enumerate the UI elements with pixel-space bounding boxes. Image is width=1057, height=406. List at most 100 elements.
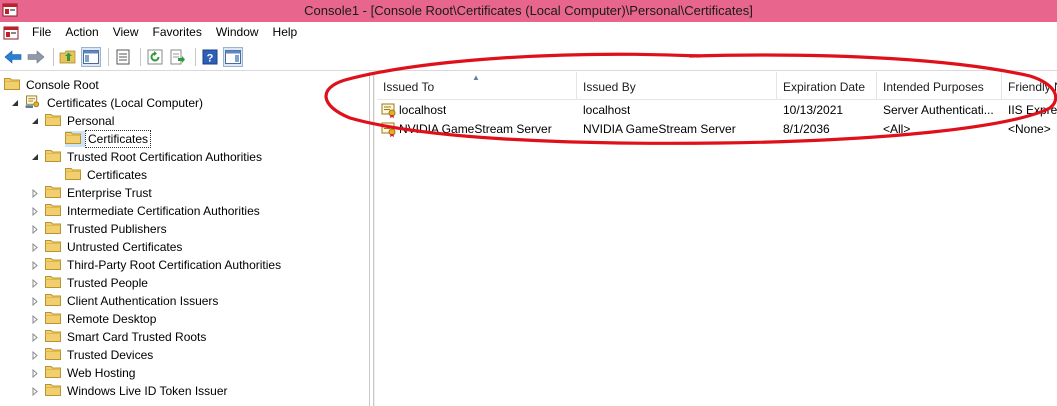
tree-collapsed-arrow-icon[interactable] <box>30 332 40 342</box>
forward-arrow-icon <box>27 49 45 64</box>
tree-item[interactable]: Web Hosting <box>30 364 137 382</box>
tree-collapsed-arrow-icon[interactable] <box>30 224 40 234</box>
tree-collapsed-arrow-icon[interactable] <box>30 350 40 360</box>
folder-icon <box>4 77 24 93</box>
tree-item-label: Trusted Devices <box>67 348 154 362</box>
tree-item[interactable]: Certificates <box>50 166 149 184</box>
tree-expanded-arrow-icon[interactable] <box>30 116 40 126</box>
tree-item[interactable]: Trusted Root Certification Authorities <box>30 148 264 166</box>
column-friendly-name[interactable]: Friendly N <box>1002 72 1057 100</box>
tree-item[interactable]: Remote Desktop <box>30 310 158 328</box>
tree-item-label: Trusted People <box>67 276 148 290</box>
column-issued-to[interactable]: Issued To ▲ <box>377 72 577 100</box>
tree-no-expander <box>50 134 60 144</box>
up-one-level-button[interactable] <box>58 47 78 67</box>
show-hide-console-tree-button[interactable] <box>81 46 101 67</box>
back-arrow-icon <box>4 49 22 64</box>
column-label: Friendly N <box>1008 80 1057 94</box>
tree-item[interactable]: Certificates (Local Computer) <box>10 94 205 112</box>
column-label: Expiration Date <box>783 80 866 94</box>
tree-item-label: Windows Live ID Token Issuer <box>67 384 228 398</box>
cell-friendly-name: IIS Express <box>1008 103 1057 117</box>
cell-issued-by: localhost <box>583 103 631 117</box>
menu-file[interactable]: File <box>25 22 58 43</box>
folder-icon <box>45 347 65 363</box>
tree-item-label: Third-Party Root Certification Authoriti… <box>67 258 282 272</box>
tree-item-label: Certificates (Local Computer) <box>47 96 204 110</box>
tree-item-label: Personal <box>67 114 115 128</box>
tree-collapsed-arrow-icon[interactable] <box>30 242 40 252</box>
export-list-button[interactable] <box>168 47 188 67</box>
tree-no-expander <box>50 170 60 180</box>
folder-icon <box>45 239 65 255</box>
folder-icon <box>45 293 65 309</box>
tree-item[interactable]: Smart Card Trusted Roots <box>30 328 208 346</box>
tree-expanded-arrow-icon[interactable] <box>10 98 20 108</box>
folder-icon <box>45 149 65 165</box>
menu-window[interactable]: Window <box>209 22 266 43</box>
toolbar-separator <box>53 47 54 66</box>
folder-icon <box>45 221 65 237</box>
toolbar: ? <box>0 43 1057 71</box>
tree-item-label: Remote Desktop <box>67 312 157 326</box>
tree-item[interactable]: Windows Live ID Token Issuer <box>30 382 230 400</box>
tree-collapsed-arrow-icon[interactable] <box>30 206 40 216</box>
tree-item[interactable]: Trusted Devices <box>30 346 155 364</box>
pane-splitter[interactable] <box>373 72 375 406</box>
tree-item[interactable]: Personal <box>30 112 116 130</box>
tree-item[interactable]: Trusted Publishers <box>30 220 169 238</box>
help-icon: ? <box>202 49 218 64</box>
console-tree[interactable]: Console Root Certificates (Local Computer… <box>0 72 370 406</box>
tree-collapsed-arrow-icon[interactable] <box>30 386 40 396</box>
menu-action[interactable]: Action <box>58 22 105 43</box>
back-button[interactable] <box>3 47 23 67</box>
column-intended-purposes[interactable]: Intended Purposes <box>877 72 1002 100</box>
certificates-snapin-icon <box>25 95 45 111</box>
forward-button[interactable] <box>26 47 46 67</box>
properties-button[interactable] <box>113 47 133 67</box>
tree-expanded-arrow-icon[interactable] <box>30 152 40 162</box>
tree-item[interactable]: Intermediate Certification Authorities <box>30 202 262 220</box>
tree-item[interactable]: Untrusted Certificates <box>30 238 184 256</box>
toolbar-separator <box>195 47 196 66</box>
svg-text:?: ? <box>207 52 214 64</box>
tree-item[interactable]: Certificates <box>50 130 152 148</box>
table-row[interactable]: localhost localhost 10/13/2021 Server Au… <box>377 100 1057 119</box>
tree-collapsed-arrow-icon[interactable] <box>30 314 40 324</box>
tree-collapsed-arrow-icon[interactable] <box>30 278 40 288</box>
tree-item[interactable]: Third-Party Root Certification Authoriti… <box>30 256 283 274</box>
list-header: Issued To ▲ Issued By Expiration Date In… <box>377 72 1057 100</box>
column-issued-by[interactable]: Issued By <box>577 72 777 100</box>
menu-help[interactable]: Help <box>266 22 305 43</box>
tree-item[interactable]: Console Root <box>4 76 101 94</box>
mmc-console-icon[interactable] <box>3 25 19 41</box>
folder-icon <box>45 275 65 291</box>
up-folder-icon <box>59 50 76 63</box>
folder-icon <box>45 203 65 219</box>
folder-icon <box>65 131 85 147</box>
help-button[interactable]: ? <box>200 47 220 67</box>
tree-collapsed-arrow-icon[interactable] <box>30 188 40 198</box>
refresh-button[interactable] <box>145 47 165 67</box>
tree-item[interactable]: Enterprise Trust <box>30 184 154 202</box>
tree-collapsed-arrow-icon[interactable] <box>30 368 40 378</box>
certificate-icon <box>381 122 396 137</box>
cell-issued-to: NVIDIA GameStream Server <box>399 122 552 136</box>
certificate-list[interactable]: Issued To ▲ Issued By Expiration Date In… <box>377 72 1057 406</box>
show-hide-action-pane-icon <box>225 49 241 64</box>
show-hide-action-pane-button[interactable] <box>223 46 243 67</box>
menu-bar: File Action View Favorites Window Help <box>0 22 1057 43</box>
tree-item-label: Console Root <box>26 78 99 92</box>
certificate-icon <box>381 103 396 118</box>
table-row[interactable]: NVIDIA GameStream Server NVIDIA GameStre… <box>377 119 1057 138</box>
menu-view[interactable]: View <box>106 22 146 43</box>
menu-favorites[interactable]: Favorites <box>146 22 209 43</box>
tree-collapsed-arrow-icon[interactable] <box>30 296 40 306</box>
cell-friendly-name: <None> <box>1008 122 1051 136</box>
column-label: Intended Purposes <box>883 80 984 94</box>
export-list-icon <box>170 49 185 64</box>
tree-item[interactable]: Client Authentication Issuers <box>30 292 220 310</box>
tree-collapsed-arrow-icon[interactable] <box>30 260 40 270</box>
column-expiration-date[interactable]: Expiration Date <box>777 72 877 100</box>
tree-item[interactable]: Trusted People <box>30 274 150 292</box>
